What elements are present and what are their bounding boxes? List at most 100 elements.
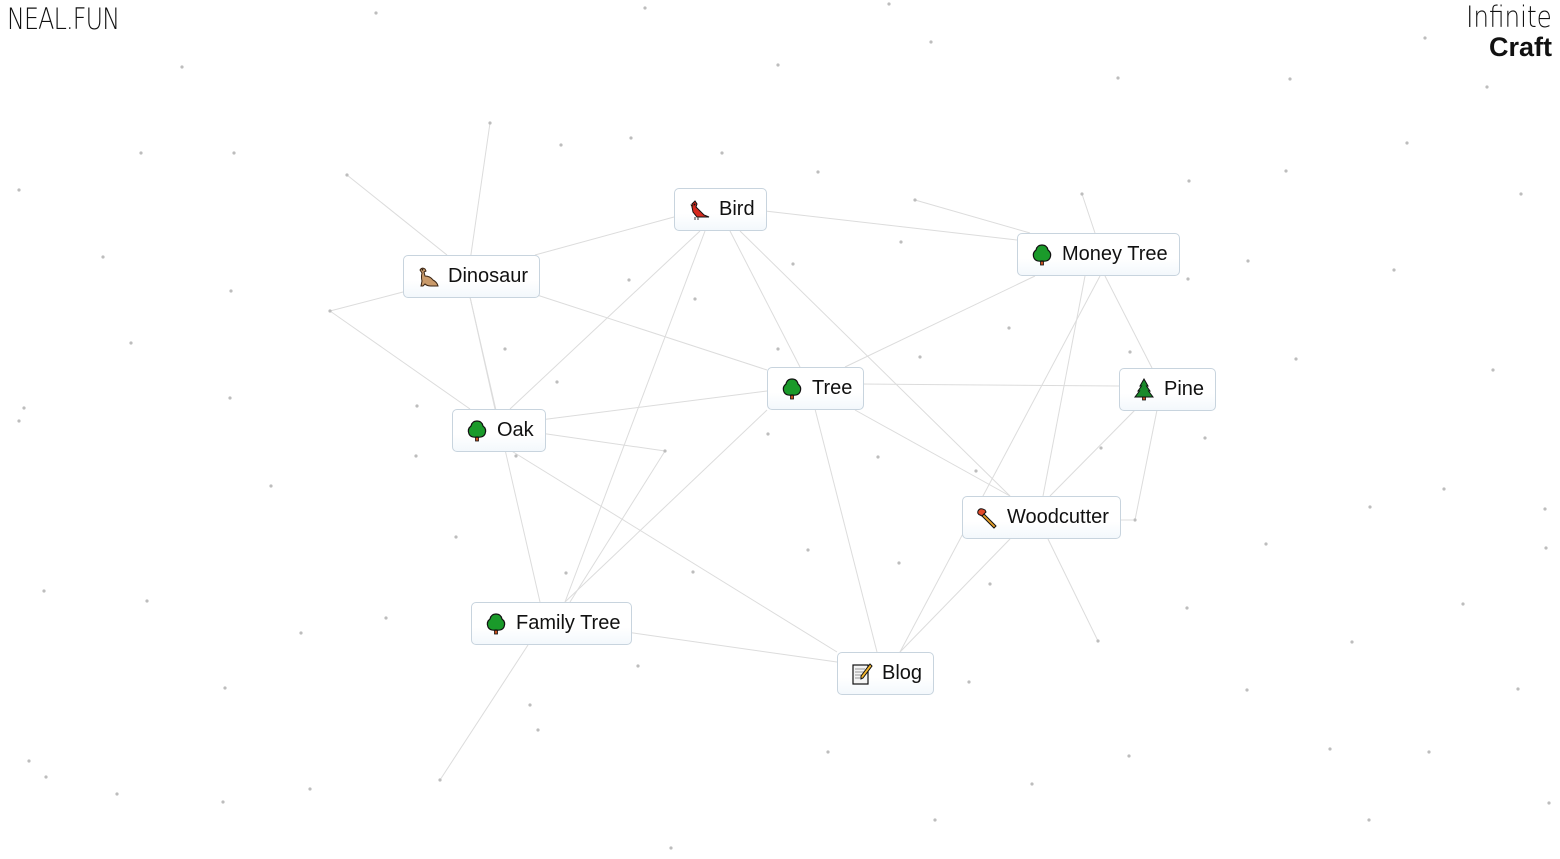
background-dot [766, 432, 770, 436]
background-dot [816, 170, 820, 174]
background-dot [414, 454, 418, 458]
background-dot [1294, 357, 1298, 361]
background-dot [555, 380, 559, 384]
connection-line [1081, 193, 1096, 234]
background-dot [17, 419, 21, 423]
background-dot [44, 775, 48, 779]
background-dot [22, 406, 26, 410]
background-dot [1116, 76, 1120, 80]
background-dot [1096, 639, 1100, 643]
connection-line [1047, 538, 1099, 642]
connection-line [814, 408, 878, 653]
background-dot [564, 571, 568, 575]
background-dot [1423, 36, 1427, 40]
background-dot [1245, 688, 1249, 692]
background-dot [643, 6, 647, 10]
background-dot [899, 240, 903, 244]
background-dot [221, 800, 225, 804]
background-dot [887, 2, 891, 6]
background-dot [669, 846, 673, 850]
background-dot [1427, 750, 1431, 754]
background-dot [1547, 801, 1551, 805]
connection-line [564, 230, 706, 603]
background-dot [1288, 77, 1292, 81]
connection-line [534, 216, 675, 256]
connection-line [844, 275, 1036, 368]
connection-line [564, 409, 768, 603]
background-dot [528, 703, 532, 707]
background-dot [1461, 602, 1465, 606]
background-dot [720, 151, 724, 155]
background-dot [929, 40, 933, 44]
background-dot [1543, 507, 1547, 511]
element-pine[interactable]: Pine [1119, 368, 1217, 411]
background-dot [559, 143, 563, 147]
background-dot [806, 548, 810, 552]
background-dot [454, 535, 458, 539]
background-dot [918, 355, 922, 359]
connection-line [1134, 409, 1158, 521]
background-dot [826, 750, 830, 754]
background-dot [328, 309, 332, 313]
tree-icon [1030, 243, 1054, 267]
background-dot [913, 198, 917, 202]
connection-line [329, 291, 404, 312]
background-dot [145, 599, 149, 603]
background-dot [1133, 518, 1137, 522]
dinosaur-icon [416, 265, 440, 289]
connection-line [854, 409, 1011, 497]
element-tree[interactable]: Tree [767, 367, 865, 410]
background-dot [384, 616, 388, 620]
background-dot [232, 151, 236, 155]
background-dot [514, 454, 518, 458]
connection-line [899, 538, 1011, 653]
infinite-craft-title: Infinite Craft [1451, 0, 1552, 62]
background-dot [1030, 782, 1034, 786]
connection-line [739, 230, 1011, 497]
background-dot [1491, 368, 1495, 372]
element-blog[interactable]: Blog [837, 652, 935, 695]
background-dot [223, 686, 227, 690]
element-label: Oak [497, 419, 534, 441]
background-dot [776, 63, 780, 67]
element-woodcutter[interactable]: Woodcutter [962, 496, 1121, 539]
background-dot [1128, 350, 1132, 354]
connection-line [899, 275, 1101, 653]
element-label: Pine [1164, 378, 1205, 400]
background-dot [1127, 754, 1131, 758]
background-dot [269, 484, 273, 488]
tree-icon [780, 377, 804, 401]
background-dot [691, 570, 695, 574]
element-bird[interactable]: Bird [674, 188, 767, 231]
element-label: Bird [719, 198, 755, 220]
connection-line [329, 310, 471, 410]
background-dot [988, 582, 992, 586]
background-dot [229, 289, 233, 293]
connection-line [1049, 409, 1136, 497]
background-dot [776, 347, 780, 351]
cardinal-bird-icon [687, 198, 711, 222]
background-dot [693, 297, 697, 301]
background-dot [1264, 542, 1268, 546]
background-dot [1186, 277, 1190, 281]
element-family-tree[interactable]: Family Tree [471, 602, 633, 645]
element-oak[interactable]: Oak [452, 409, 546, 452]
background-dot [1099, 446, 1103, 450]
element-money-tree[interactable]: Money Tree [1017, 233, 1180, 276]
background-dot [1367, 818, 1371, 822]
background-dot [139, 151, 143, 155]
background-dot [1187, 179, 1191, 183]
background-dot [1007, 326, 1011, 330]
neal-fun-logo[interactable]: NEAL.FUN [7, 2, 120, 36]
element-label: Money Tree [1062, 243, 1168, 265]
connection-line [536, 294, 768, 371]
background-dot [876, 455, 880, 459]
element-dinosaur[interactable]: Dinosaur [403, 255, 541, 298]
connection-line [346, 174, 448, 256]
connection-line [467, 122, 491, 276]
brand-line-1: Infinite [1466, 0, 1552, 34]
connection-line [439, 644, 529, 781]
background-dot [1246, 259, 1250, 263]
background-dot [1485, 85, 1489, 89]
background-dot [663, 449, 667, 453]
